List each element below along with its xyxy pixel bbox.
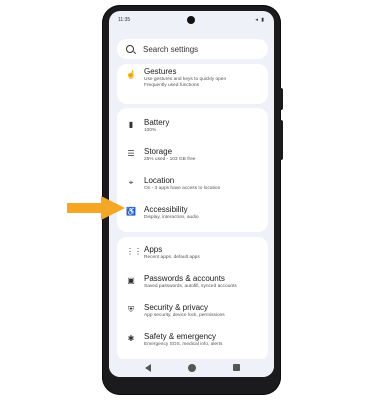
gestures-subtitle-line1: Use gestures and keys to quickly open [144,77,227,82]
settings-card-apps: ⋮⋮ Apps Recent apps, default apps ▣ Pass… [117,237,268,361]
settings-item-battery[interactable]: ▮ Battery 100% [117,114,268,142]
passwords-title: Passwords & accounts [144,274,225,283]
location-subtitle: On - 3 apps have access to location [144,186,221,191]
accessibility-subtitle: Display, interaction, audio [144,215,199,220]
settings-item-security[interactable]: ⛨ Security & privacy App security, devic… [117,299,268,327]
back-icon[interactable] [145,364,151,372]
status-icons: ◂ ▮ [255,17,265,23]
settings-item-accessibility[interactable]: ♿ Accessibility Display, interaction, au… [117,201,268,229]
settings-item-safety[interactable]: ✱ Safety & emergency Emergency SOS, medi… [117,328,268,356]
settings-item-gestures[interactable]: ☝ Gestures Use gestures and keys to quic… [117,64,268,92]
settings-card-device: ▮ Battery 100% ☰ Storage 25% used - 103 … [117,108,268,232]
settings-screen: 11:35 ◂ ▮ Search settings ☝ Gestures Use… [109,11,274,377]
settings-item-location[interactable]: ⌖ Location On - 3 apps have access to lo… [117,172,268,200]
status-time: 11:35 [118,17,131,23]
security-title: Security & privacy [144,303,209,312]
search-settings-bar[interactable]: Search settings [117,39,268,59]
passwords-subtitle: Saved passwords, autofill, synced accoun… [144,284,237,289]
apps-icon: ⋮⋮ [126,247,142,256]
front-camera [187,16,195,24]
accessibility-title: Accessibility [144,205,188,214]
security-icon: ⛨ [128,305,134,314]
gestures-icon: ☝ [126,70,136,79]
volume-button [279,120,283,160]
safety-subtitle: Emergency SOS, medical info, alerts [144,342,223,347]
search-icon [126,45,134,53]
storage-icon: ☰ [127,149,135,158]
search-placeholder: Search settings [143,45,199,54]
location-icon: ⌖ [128,178,134,187]
gestures-subtitle-line2: Frequently used functions [144,83,199,88]
apps-subtitle: Recent apps, default apps [144,255,200,260]
emergency-icon: ✱ [127,334,135,343]
gestures-title: Gestures [144,67,177,76]
settings-item-apps[interactable]: ⋮⋮ Apps Recent apps, default apps [117,241,268,269]
settings-card-gestures: ☝ Gestures Use gestures and keys to quic… [117,64,268,104]
home-icon[interactable] [188,364,196,372]
storage-subtitle: 25% used - 103 GB free [144,157,196,162]
pointer-arrow-icon [67,196,125,220]
battery-title: Battery [144,118,170,127]
accessibility-icon: ♿ [126,207,136,216]
storage-title: Storage [144,147,173,156]
battery-subtitle: 100% [144,128,157,133]
power-button [279,88,283,110]
recents-icon[interactable] [233,364,240,371]
location-title: Location [144,176,175,185]
safety-title: Safety & emergency [144,332,217,341]
security-subtitle: App security, device lock, permissions [144,313,225,318]
status-bar: 11:35 ◂ ▮ [109,11,274,27]
battery-icon: ▮ [128,120,134,129]
navigation-bar [109,359,274,377]
settings-item-storage[interactable]: ☰ Storage 25% used - 103 GB free [117,143,268,171]
settings-item-passwords[interactable]: ▣ Passwords & accounts Saved passwords, … [117,270,268,298]
passwords-icon: ▣ [127,276,135,285]
apps-title: Apps [144,245,163,254]
